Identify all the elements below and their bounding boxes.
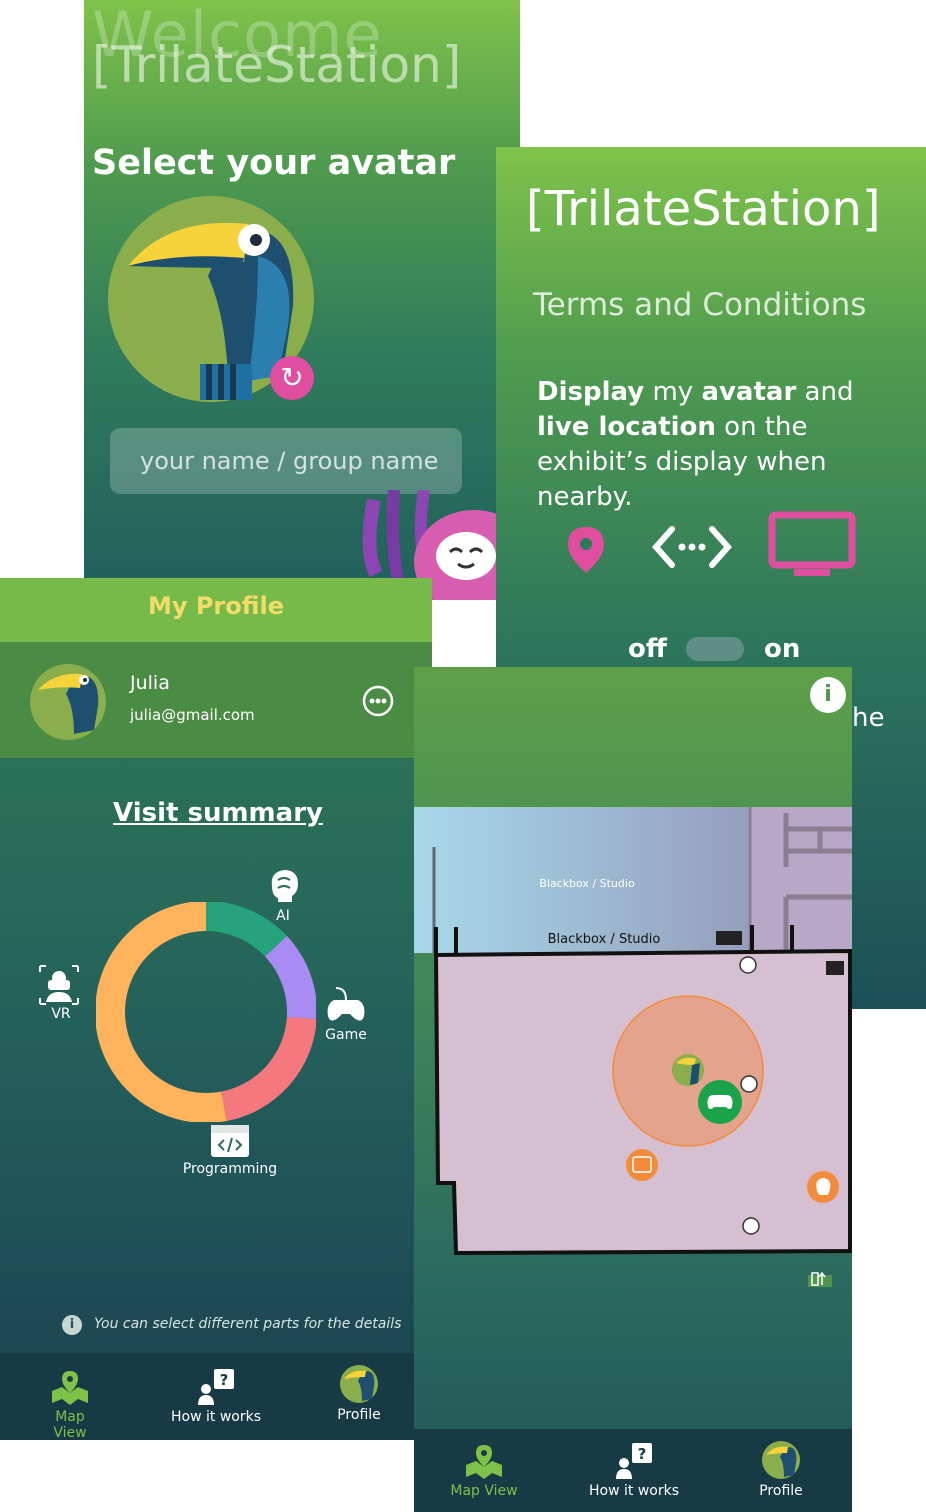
visit-summary-donut[interactable] bbox=[96, 902, 316, 1122]
donut-slice-ai[interactable] bbox=[205, 902, 287, 957]
ai-brain-icon bbox=[271, 870, 298, 902]
donut-slice-game[interactable] bbox=[264, 936, 316, 1019]
nav-map-view[interactable]: Map View bbox=[38, 1369, 102, 1440]
nav-map-view[interactable]: Map View bbox=[450, 1443, 518, 1499]
toggle-on-label: on bbox=[764, 634, 801, 664]
svg-text:?: ? bbox=[638, 1445, 647, 1463]
game-station-marker[interactable] bbox=[698, 1080, 742, 1124]
game-controller-icon bbox=[327, 987, 365, 1021]
nav-profile[interactable]: Profile bbox=[330, 1365, 388, 1423]
game-label: Game bbox=[325, 1027, 367, 1043]
display-icon bbox=[768, 511, 856, 576]
donut-slice-programming[interactable] bbox=[220, 1016, 316, 1122]
vr-headset-icon bbox=[39, 965, 79, 1005]
nav-how-it-works[interactable]: ? How it works bbox=[168, 1367, 264, 1425]
info-icon: i bbox=[62, 1315, 82, 1335]
text-fragment: he bbox=[852, 703, 885, 733]
how-it-works-icon: ? bbox=[616, 1443, 652, 1479]
room-label: Blackbox / Studio bbox=[548, 932, 661, 947]
programming-station-marker[interactable] bbox=[626, 1149, 658, 1181]
terms-heading: Terms and Conditions bbox=[533, 287, 867, 323]
user-name: Julia bbox=[130, 672, 170, 694]
profile-screen: My Profile Julia julia@gmail.com Visit s… bbox=[0, 578, 432, 1440]
refresh-avatar-button[interactable]: ↻ bbox=[270, 356, 314, 400]
location-toggle[interactable] bbox=[686, 637, 744, 661]
profile-avatar-icon bbox=[340, 1365, 378, 1403]
room-label-upper: Blackbox / Studio bbox=[539, 877, 635, 890]
location-pin-icon bbox=[568, 527, 604, 573]
page-title: My Profile bbox=[147, 592, 285, 620]
display-consent-text: Display my avatar and live location on t… bbox=[537, 377, 854, 512]
bottom-nav: Map View ? How it works Profile bbox=[0, 1353, 432, 1440]
ai-label: AI bbox=[276, 908, 290, 924]
connection-icon bbox=[652, 526, 732, 568]
floor-map[interactable]: Blackbox / Studio Blackbox / Studio bbox=[414, 807, 852, 1327]
map-view-icon bbox=[466, 1445, 502, 1479]
name-input[interactable]: your name / group name bbox=[110, 428, 462, 494]
hint-text: i You can select different parts for the … bbox=[62, 1315, 432, 1335]
map-screen: i Blackbox / Studio Blackbox / Studio Ma… bbox=[414, 667, 852, 1512]
toggle-off-label: off bbox=[628, 634, 667, 664]
user-location-marker[interactable] bbox=[672, 1054, 704, 1086]
user-email: julia@gmail.com bbox=[130, 706, 255, 724]
programming-label: Programming bbox=[182, 1161, 278, 1177]
visit-summary-heading: Visit summary bbox=[113, 798, 323, 828]
map-view-icon bbox=[52, 1371, 88, 1405]
programming-icon bbox=[211, 1125, 249, 1157]
vr-label: VR bbox=[51, 1006, 71, 1022]
profile-header: My Profile bbox=[0, 578, 432, 642]
profile-avatar-icon bbox=[762, 1441, 800, 1479]
more-options-icon[interactable] bbox=[362, 685, 394, 717]
nav-how-it-works[interactable]: ? How it works bbox=[586, 1441, 682, 1499]
bottom-nav: Map View ? How it works Profile bbox=[414, 1429, 852, 1512]
avatar[interactable] bbox=[30, 664, 106, 740]
brand-title: [TrilateStation] bbox=[526, 181, 881, 237]
donut-slice-vr[interactable] bbox=[96, 902, 227, 1122]
brand-title: [TrilateStation] bbox=[92, 36, 462, 94]
refresh-icon: ↻ bbox=[280, 361, 304, 394]
how-it-works-icon: ? bbox=[198, 1369, 234, 1405]
select-avatar-heading: Select your avatar bbox=[92, 143, 456, 183]
ai-station-marker[interactable] bbox=[807, 1171, 839, 1203]
welcome-screen: Welcome [TrilateStation] Select your ava… bbox=[84, 0, 520, 600]
svg-text:?: ? bbox=[220, 1371, 229, 1389]
nav-profile[interactable]: Profile bbox=[752, 1441, 810, 1499]
info-button[interactable]: i bbox=[810, 677, 846, 713]
